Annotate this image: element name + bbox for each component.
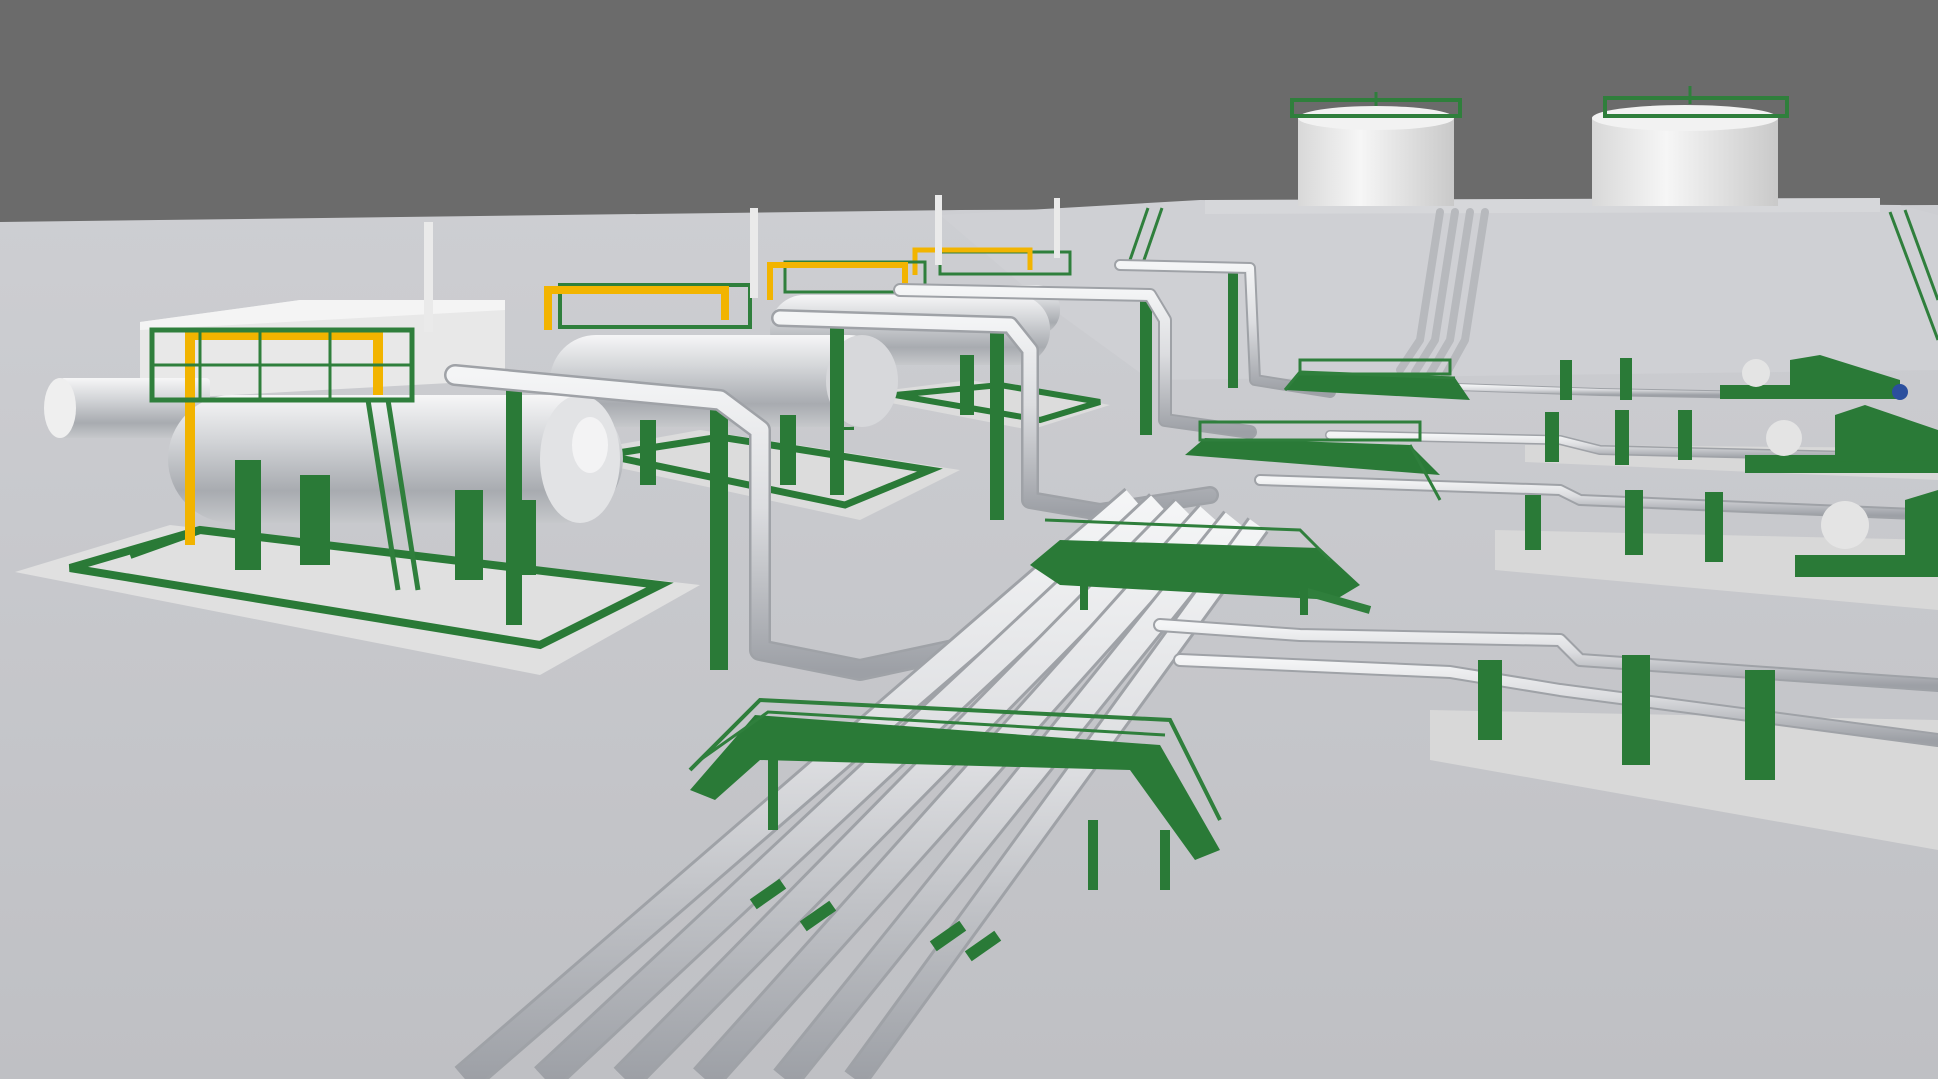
pipeline-facility-render (0, 0, 1938, 1079)
